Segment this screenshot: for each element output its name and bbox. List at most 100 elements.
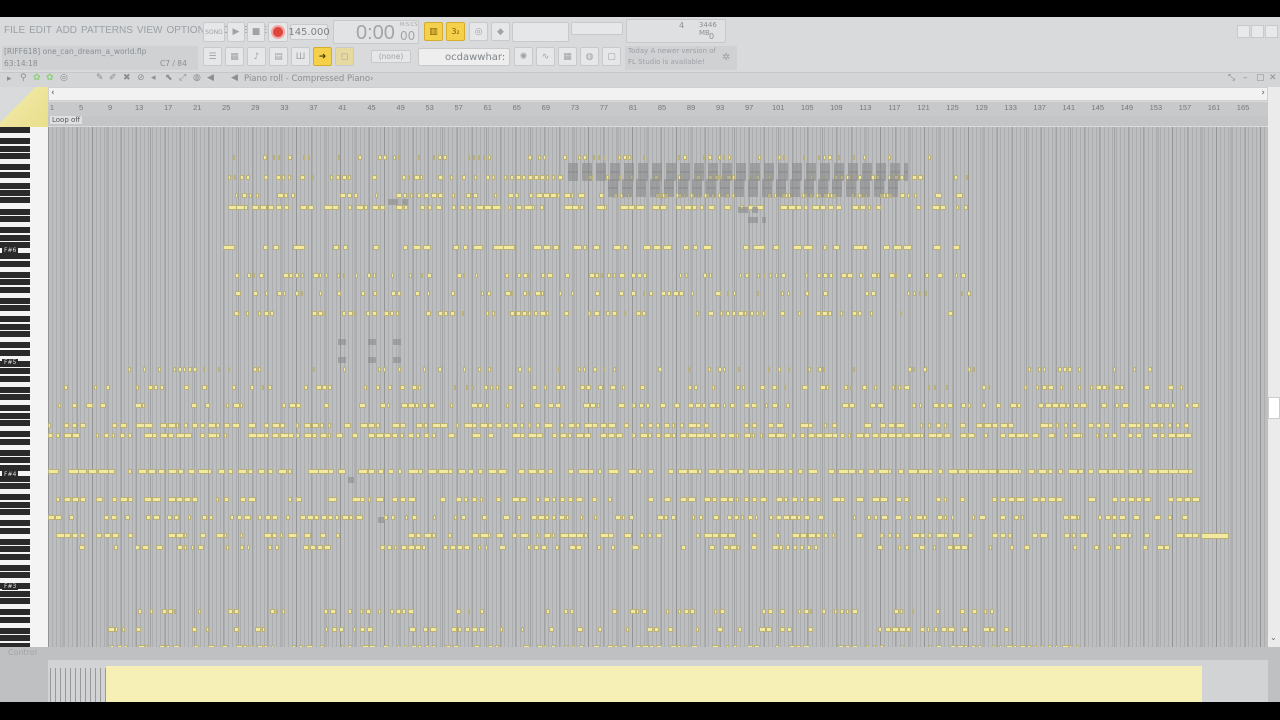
note-block[interactable] [828,155,832,160]
note-block[interactable] [478,469,483,474]
note-block[interactable] [432,433,436,438]
note-block[interactable] [640,423,644,428]
note-block[interactable] [80,423,86,428]
black-key[interactable] [0,553,30,560]
note-block[interactable] [788,469,793,474]
black-key[interactable] [0,349,30,356]
note-block[interactable] [810,609,812,614]
note-block[interactable] [264,533,272,538]
note-block[interactable] [888,155,891,160]
note-block[interactable] [472,533,479,538]
note-block[interactable] [415,291,420,296]
note-block[interactable] [956,205,959,210]
note-block[interactable] [421,273,423,278]
note-block[interactable] [679,291,684,296]
note-block[interactable] [603,155,605,160]
note-block[interactable] [583,155,587,160]
note-block[interactable] [333,245,339,250]
note-block[interactable] [616,433,623,438]
note-block[interactable] [723,545,729,550]
note-block[interactable] [940,403,945,408]
note-block[interactable] [716,403,720,408]
note-block[interactable] [840,609,844,614]
note-block[interactable] [992,497,997,502]
note-block[interactable] [647,627,653,632]
note-block[interactable] [786,403,790,408]
note-block[interactable] [823,291,828,296]
note-block[interactable] [648,497,654,502]
note-block[interactable] [527,545,531,550]
note-block[interactable] [671,515,676,520]
note-block[interactable] [896,423,905,428]
note-block[interactable] [488,155,491,160]
note-block[interactable] [715,291,721,296]
note-block[interactable] [485,545,488,550]
note-block[interactable] [712,433,717,438]
note-block[interactable] [112,423,117,428]
note-block[interactable] [812,205,820,210]
note-block[interactable] [1144,423,1150,428]
note-block[interactable] [536,533,539,538]
note-block[interactable] [558,175,563,180]
record-button[interactable] [268,22,288,42]
note-block[interactable] [961,403,966,408]
note-block[interactable] [983,627,990,632]
note-block[interactable] [1068,367,1072,372]
note-block[interactable] [184,545,187,550]
note-block[interactable] [678,155,680,160]
note-block[interactable] [848,433,851,438]
black-key[interactable] [0,316,30,323]
song-mode-button[interactable]: SONG [203,22,225,42]
black-key[interactable] [0,182,30,189]
note-block[interactable] [880,497,888,502]
window-close-button[interactable] [1265,25,1278,38]
note-block[interactable] [356,515,363,520]
note-block[interactable] [1192,497,1200,502]
note-block[interactable] [336,433,343,438]
note-block[interactable] [688,385,692,390]
note-block[interactable] [528,469,537,474]
note-block[interactable] [1102,385,1107,390]
note-block[interactable] [353,627,356,632]
black-key[interactable] [0,197,30,204]
note-block[interactable] [332,205,339,210]
note-block[interactable] [443,545,448,550]
note-block[interactable] [948,627,955,632]
note-block[interactable] [543,155,546,160]
note-block[interactable] [368,433,375,438]
note-block[interactable] [142,545,149,550]
note-block[interactable] [1184,433,1192,438]
note-block[interactable] [375,193,378,198]
note-block[interactable] [410,193,413,198]
note-block[interactable] [941,627,947,632]
note-block[interactable] [989,545,992,550]
note-block[interactable] [534,311,538,316]
note-block[interactable] [174,609,176,614]
note-block[interactable] [174,515,179,520]
note-block[interactable] [252,205,259,210]
note-block[interactable] [396,311,399,316]
velocity-bar[interactable] [50,668,51,702]
note-block[interactable] [284,193,288,198]
note-block[interactable] [734,515,739,520]
note-block[interactable] [903,245,912,250]
note-block[interactable] [284,205,289,210]
note-block[interactable] [1157,403,1163,408]
note-block[interactable] [160,433,168,438]
note-block[interactable] [878,627,882,632]
note-block[interactable] [288,155,292,160]
note-block[interactable] [840,497,845,502]
note-block[interactable] [664,433,671,438]
note-block[interactable] [816,497,821,502]
black-key[interactable] [0,509,30,516]
note-block[interactable] [517,273,521,278]
note-block[interactable] [615,515,621,520]
note-block[interactable] [566,515,569,520]
note-block[interactable] [973,367,975,372]
note-block[interactable] [992,533,998,538]
note-block[interactable] [730,545,737,550]
note-block[interactable] [244,515,251,520]
note-block[interactable] [481,291,484,296]
note-block[interactable] [448,433,455,438]
note-block[interactable] [860,205,866,210]
